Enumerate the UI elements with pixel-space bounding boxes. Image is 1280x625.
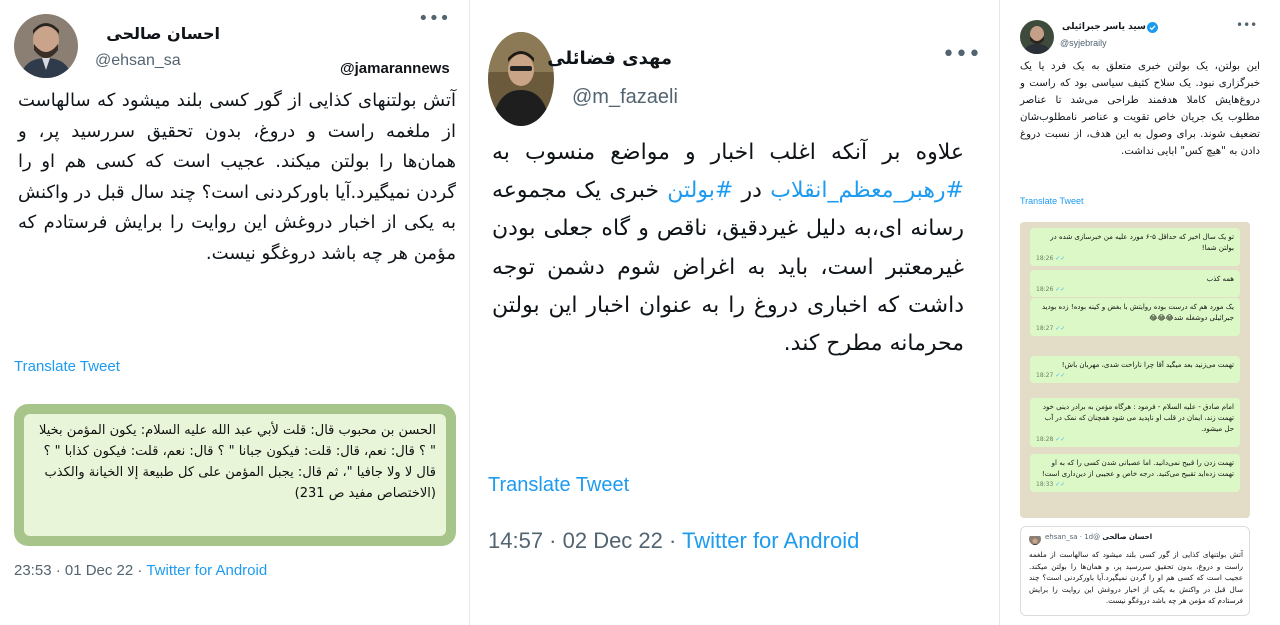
chat-message-text: امام صادق - علیه السلام - فرمود : هرگاه …: [1042, 403, 1234, 433]
author-name-text: سید یاسر جبرائیلی: [1062, 22, 1146, 32]
chat-bubble: امام صادق - علیه السلام - فرمود : هرگاه …: [1030, 398, 1240, 447]
tweet-card-left: احسان صالحی @ehsan_sa ••• @jamarannews آ…: [0, 0, 470, 625]
hashtag-link[interactable]: #رهبر_معظم_انقلاب: [770, 178, 964, 203]
avatar-photo-icon: [1029, 536, 1041, 545]
translate-tweet-link[interactable]: Translate Tweet: [1020, 196, 1084, 206]
avatar-photo-icon: [14, 14, 78, 78]
chat-message-text: تهمت زدن را قبیح نمی‌دانید. اما عصبانی ش…: [1041, 459, 1234, 478]
avatar[interactable]: [14, 14, 78, 78]
avatar[interactable]: [1020, 20, 1054, 54]
quoted-author-handle: @ehsan_sa · 1d: [1045, 533, 1101, 541]
avatar: [1029, 533, 1041, 545]
chat-bubble: تهمت می‌زنید بعد میگید آقا چرا ناراحت شد…: [1030, 356, 1240, 383]
chat-bubble: تو یک سال اخیر که حداقل ۵-۶ مورد علیه من…: [1030, 228, 1240, 266]
chat-screenshot-image[interactable]: تو یک سال اخیر که حداقل ۵-۶ مورد علیه من…: [1020, 222, 1250, 518]
quote-image-text: الحسن بن محبوب قال: قلت لأبي عبد الله عل…: [38, 423, 436, 501]
tweet-time[interactable]: 23:53 · 01 Dec 22 ·: [14, 562, 146, 579]
tweet-text: آتش بولتنهای کذایی از گور کسی بلند میشود…: [18, 90, 456, 264]
chat-message-time: 18:27 ✓✓: [1036, 372, 1066, 379]
chat-message-time: 18:26 ✓✓: [1036, 255, 1066, 262]
chat-message-time: 18:28 ✓✓: [1036, 436, 1066, 443]
quoted-tweet[interactable]: احسان صالحی @ehsan_sa · 1d آتش بولتنهای …: [1020, 526, 1250, 616]
avatar[interactable]: [488, 32, 554, 126]
author-handle[interactable]: @ehsan_sa: [95, 52, 181, 70]
tweet-text: علاوه بر آنکه اغلب اخبار و مواضع منسوب ب…: [492, 134, 964, 363]
tweet-card-middle: مهدی فضائلی @m_fazaeli ••• علاوه بر آنکه…: [470, 0, 1000, 625]
chat-message-time: 18:27 ✓✓: [1036, 325, 1066, 332]
tweet-timestamp: 14:57 · 02 Dec 22 · Twitter for Android: [488, 528, 859, 554]
quoted-author-name: احسان صالحی: [1102, 533, 1153, 541]
author-handle[interactable]: @syjebraily: [1060, 38, 1107, 48]
chat-message-text: یک مورد هم که درست بوده روایتش با بغض و …: [1041, 303, 1234, 322]
chat-bubble: یک مورد هم که درست بوده روایتش با بغض و …: [1030, 298, 1240, 336]
quoted-tweet-header: احسان صالحی @ehsan_sa · 1d: [1045, 533, 1152, 541]
double-check-icon: ✓✓: [1055, 372, 1066, 379]
author-name[interactable]: احسان صالحی: [96, 24, 220, 43]
chat-message-time: 18:33 ✓✓: [1036, 481, 1066, 488]
double-check-icon: ✓✓: [1055, 286, 1066, 293]
chat-message-time: 18:26 ✓✓: [1036, 286, 1066, 293]
chat-bubble: همه کذب 18:26 ✓✓: [1030, 270, 1240, 297]
tweet-source[interactable]: Twitter for Android: [146, 562, 267, 579]
double-check-icon: ✓✓: [1055, 481, 1066, 488]
translate-tweet-link[interactable]: Translate Tweet: [14, 358, 120, 375]
watermark: @jamarannews: [340, 60, 450, 77]
chat-message-text: تو یک سال اخیر که حداقل ۵-۶ مورد علیه من…: [1050, 233, 1234, 252]
more-horizontal-icon[interactable]: •••: [418, 8, 450, 29]
tweet-image[interactable]: الحسن بن محبوب قال: قلت لأبي عبد الله عل…: [14, 404, 456, 546]
chat-bubble: تهمت زدن را قبیح نمی‌دانید. اما عصبانی ش…: [1030, 454, 1240, 492]
tweet-text-part: در: [733, 178, 771, 204]
chat-message-text: تهمت می‌زنید بعد میگید آقا چرا ناراحت شد…: [1061, 361, 1234, 369]
quoted-tweet-text: آتش بولتنهای کذایی از گور کسی بلند میشود…: [1029, 550, 1243, 606]
double-check-icon: ✓✓: [1055, 436, 1066, 443]
tweet-text: این بولتن، یک بولتن خبری متعلق به یک فرد…: [1020, 61, 1260, 157]
more-horizontal-icon[interactable]: •••: [942, 42, 981, 67]
tweet-text-part: خبری یک مجموعه رسانه ای،به دلیل غیردقیق،…: [492, 178, 964, 357]
more-horizontal-icon[interactable]: •••: [1236, 18, 1257, 32]
tweet-time[interactable]: 14:57 · 02 Dec 22 ·: [488, 528, 682, 553]
quote-image-panel: الحسن بن محبوب قال: قلت لأبي عبد الله عل…: [24, 414, 446, 536]
translate-tweet-link[interactable]: Translate Tweet: [488, 474, 629, 497]
author-name[interactable]: سید یاسر جبرائیلی: [1060, 22, 1146, 32]
tweet-source[interactable]: Twitter for Android: [682, 528, 859, 553]
tweet-text-part: علاوه بر آنکه اغلب اخبار و مواضع منسوب ب…: [492, 140, 964, 165]
chat-message-text: همه کذب: [1206, 275, 1234, 283]
verified-badge-icon: [1146, 22, 1158, 33]
tweet-timestamp: 23:53 · 01 Dec 22 · Twitter for Android: [14, 562, 267, 579]
avatar-photo-icon: [488, 32, 554, 126]
hashtag-link[interactable]: #بولتن: [667, 178, 733, 203]
double-check-icon: ✓✓: [1055, 325, 1066, 332]
author-handle[interactable]: @m_fazaeli: [572, 86, 678, 109]
tweet-card-right: سید یاسر جبرائیلی @syjebraily ••• این بو…: [1000, 0, 1280, 625]
author-name[interactable]: مهدی فضائلی: [547, 48, 672, 69]
double-check-icon: ✓✓: [1055, 255, 1066, 262]
avatar-photo-icon: [1020, 20, 1054, 54]
